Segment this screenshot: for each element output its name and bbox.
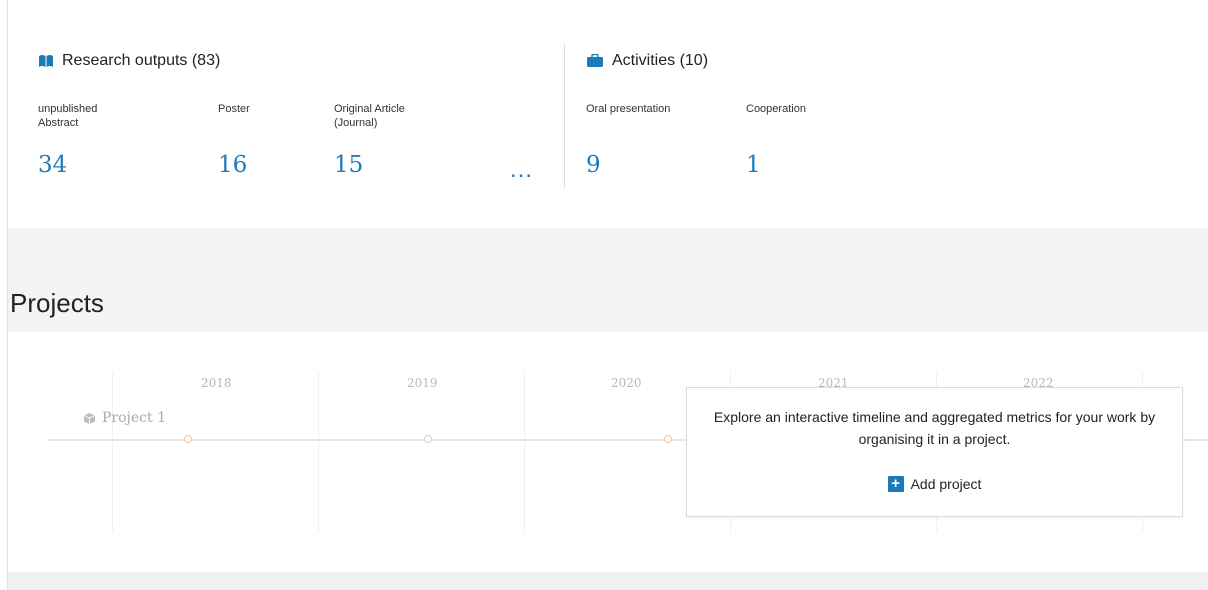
metric-label: unpublished Abstract	[38, 103, 98, 129]
research-outputs-title[interactable]: Research outputs (83)	[38, 52, 220, 70]
project-cube-icon	[83, 412, 96, 424]
timeline-gridline	[524, 372, 525, 532]
book-icon	[39, 55, 53, 67]
year-label-2019: 2019	[407, 376, 438, 390]
research-outputs-label: Research outputs (83)	[62, 52, 221, 69]
project-name: Project 1	[102, 410, 166, 426]
timeline-gridline	[318, 372, 319, 532]
metrics-panel: Research outputs (83) unpublished Abstra…	[8, 0, 1208, 228]
timeline-gridline	[112, 372, 113, 532]
metric-value[interactable]: 9	[586, 152, 601, 178]
metric-poster[interactable]: Poster	[218, 102, 250, 116]
activities-title[interactable]: Activities (10)	[586, 52, 708, 70]
footer-band	[8, 572, 1208, 590]
plus-icon: +	[887, 476, 904, 492]
metric-original-article[interactable]: Original Article (Journal)	[334, 102, 424, 130]
metric-value[interactable]: 34	[38, 152, 67, 178]
add-project-button[interactable]: + Add project	[687, 476, 1182, 492]
metric-value[interactable]: 15	[334, 152, 363, 178]
metric-value[interactable]: 1	[746, 152, 761, 178]
section-divider	[564, 44, 565, 188]
project-row-label[interactable]: Project 1	[83, 410, 166, 426]
year-label-2020: 2020	[611, 376, 642, 390]
briefcase-icon	[587, 54, 603, 67]
metric-label: Original Article (Journal)	[334, 103, 405, 129]
metric-cooperation[interactable]: Cooperation	[746, 102, 806, 116]
timeline-marker[interactable]	[664, 435, 672, 443]
projects-heading: Projects	[10, 288, 104, 318]
projects-header-band	[8, 228, 1208, 332]
timeline-marker[interactable]	[184, 435, 192, 443]
metric-value[interactable]: 16	[218, 152, 247, 178]
metric-unpublished-abstract[interactable]: unpublished Abstract	[38, 102, 128, 130]
add-project-popup: Explore an interactive timeline and aggr…	[686, 387, 1183, 517]
popup-message: Explore an interactive timeline and aggr…	[713, 409, 1156, 447]
activities-label: Activities (10)	[612, 52, 709, 69]
metric-label: Poster	[218, 103, 250, 115]
metric-label: Oral presentation	[586, 103, 671, 115]
metric-oral-presentation[interactable]: Oral presentation	[586, 102, 670, 116]
add-project-label: Add project	[910, 476, 982, 492]
metric-label: Cooperation	[746, 103, 806, 115]
year-label-2018: 2018	[201, 376, 232, 390]
timeline-marker[interactable]	[424, 435, 432, 443]
more-outputs-link[interactable]: ...	[510, 156, 533, 184]
